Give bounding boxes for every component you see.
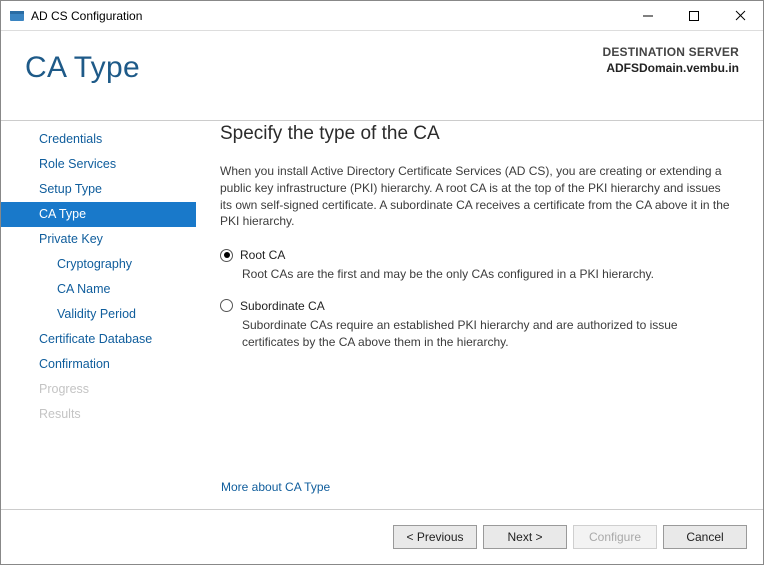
destination-block: DESTINATION SERVER ADFSDomain.vembu.in: [602, 45, 739, 75]
radio-icon[interactable]: [220, 299, 233, 312]
sidebar-item-setup-type[interactable]: Setup Type: [1, 177, 196, 202]
title-bar: AD CS Configuration: [1, 1, 763, 31]
option-description: Subordinate CAs require an established P…: [242, 317, 735, 351]
option-description: Root CAs are the first and may be the on…: [242, 266, 735, 283]
sidebar-item-private-key[interactable]: Private Key: [1, 227, 196, 252]
window-title: AD CS Configuration: [31, 9, 625, 23]
sidebar-item-results: Results: [1, 402, 196, 427]
radio-icon[interactable]: [220, 249, 233, 262]
sidebar-item-cryptography[interactable]: Cryptography: [1, 252, 196, 277]
sidebar-item-certificate-database[interactable]: Certificate Database: [1, 327, 196, 352]
maximize-button[interactable]: [671, 1, 717, 30]
destination-server: ADFSDomain.vembu.in: [602, 61, 739, 75]
sidebar-item-validity-period[interactable]: Validity Period: [1, 302, 196, 327]
close-button[interactable]: [717, 1, 763, 30]
sidebar-item-progress: Progress: [1, 377, 196, 402]
more-about-link[interactable]: More about CA Type: [221, 480, 330, 494]
radio-option-root-ca[interactable]: Root CA: [220, 248, 735, 262]
content-pane: Specify the type of the CA When you inst…: [196, 121, 763, 506]
option-label: Subordinate CA: [240, 299, 325, 313]
cancel-button[interactable]: Cancel: [663, 525, 747, 549]
sidebar: CredentialsRole ServicesSetup TypeCA Typ…: [1, 121, 196, 506]
header: CA Type DESTINATION SERVER ADFSDomain.ve…: [1, 31, 763, 121]
app-icon: [9, 8, 25, 24]
option-label: Root CA: [240, 248, 285, 262]
content-heading: Specify the type of the CA: [220, 123, 735, 145]
radio-option-subordinate-ca[interactable]: Subordinate CA: [220, 299, 735, 313]
footer: < Previous Next > Configure Cancel: [1, 509, 763, 564]
sidebar-item-ca-name[interactable]: CA Name: [1, 277, 196, 302]
sidebar-item-confirmation[interactable]: Confirmation: [1, 352, 196, 377]
content-description: When you install Active Directory Certif…: [220, 163, 735, 230]
previous-button[interactable]: < Previous: [393, 525, 477, 549]
window-controls: [625, 1, 763, 30]
destination-label: DESTINATION SERVER: [602, 45, 739, 59]
wizard-body: CredentialsRole ServicesSetup TypeCA Typ…: [1, 121, 763, 506]
configure-button: Configure: [573, 525, 657, 549]
sidebar-item-ca-type[interactable]: CA Type: [1, 202, 196, 227]
sidebar-item-role-services[interactable]: Role Services: [1, 152, 196, 177]
sidebar-item-credentials[interactable]: Credentials: [1, 127, 196, 152]
next-button[interactable]: Next >: [483, 525, 567, 549]
minimize-button[interactable]: [625, 1, 671, 30]
